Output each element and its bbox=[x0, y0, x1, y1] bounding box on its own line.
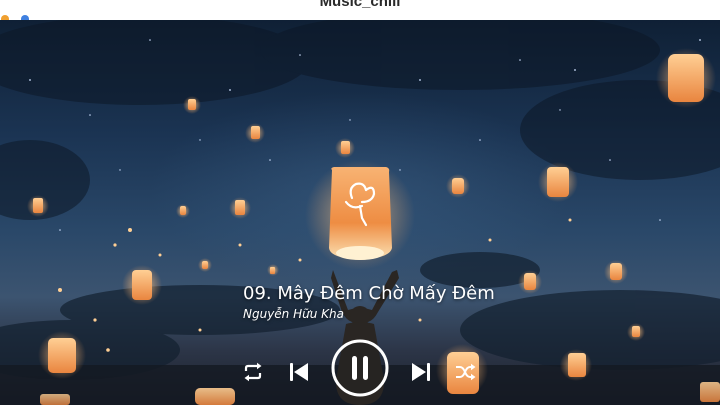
previous-icon bbox=[290, 363, 308, 381]
shuffle-icon bbox=[456, 363, 476, 381]
track-title: 09. Mây Đêm Chờ Mấy Đêm bbox=[243, 283, 495, 304]
next-button[interactable] bbox=[410, 361, 432, 383]
window-title-bar: Music_chill bbox=[0, 0, 720, 20]
window-title: Music_chill bbox=[319, 0, 401, 10]
previous-button[interactable] bbox=[288, 361, 310, 383]
repeat-icon bbox=[244, 362, 262, 382]
player-view: 09. Mây Đêm Chờ Mấy Đêm Nguyễn Hữu Kha bbox=[0, 20, 720, 405]
play-pause-button[interactable] bbox=[330, 338, 390, 398]
next-icon bbox=[412, 363, 430, 381]
track-artist: Nguyễn Hữu Kha bbox=[243, 307, 344, 321]
central-lantern bbox=[305, 160, 415, 270]
shuffle-button[interactable] bbox=[455, 362, 477, 382]
repeat-button[interactable] bbox=[242, 362, 264, 382]
